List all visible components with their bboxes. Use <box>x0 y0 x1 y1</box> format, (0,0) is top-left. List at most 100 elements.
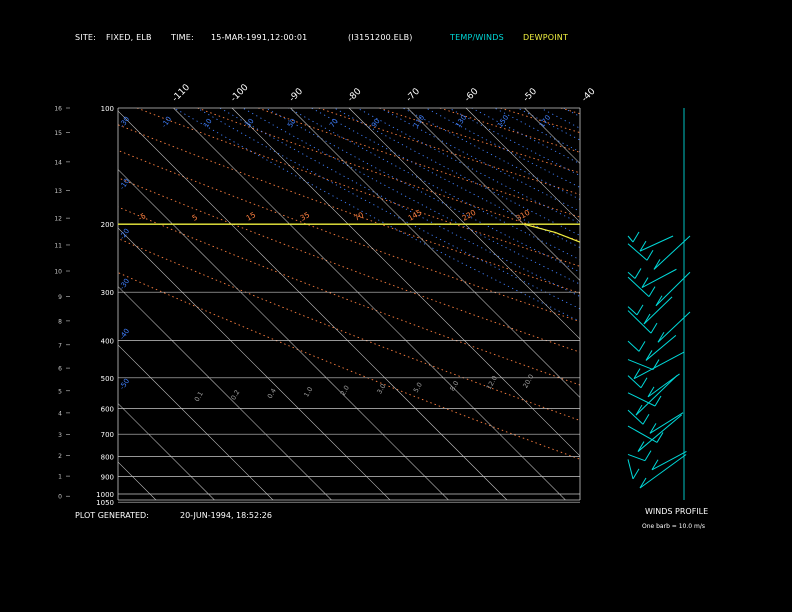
wind-barb-flag <box>642 413 650 425</box>
isotherm-line <box>465 108 580 223</box>
moist-adiabat-line <box>265 108 580 273</box>
pressure-tick-label: 300 <box>101 289 114 297</box>
height-tick-label: 12 <box>54 216 62 223</box>
wind-barb-flag <box>632 231 640 243</box>
plot-generated-label: PLOT GENERATED: <box>75 511 149 520</box>
isotherm-line <box>231 108 580 457</box>
wind-barb-flag <box>640 377 648 389</box>
height-tick-label: 16 <box>54 106 62 113</box>
moist-adiabat-line <box>334 108 580 236</box>
moist-adiabat-label: 170 <box>538 114 552 130</box>
isotherm-top-label: -60 <box>463 86 481 104</box>
moist-adiabat-line <box>311 108 580 249</box>
dry-adiabat-line <box>743 108 792 502</box>
wind-barb-shaft <box>627 453 646 462</box>
isotherm-top-label: -90 <box>288 86 306 104</box>
moist-adiabat-line <box>219 108 580 298</box>
wind-barb-shaft <box>627 235 634 243</box>
wind-barb-shaft <box>627 306 638 316</box>
wind-barb-flag <box>647 386 655 398</box>
wind-barb-shaft <box>627 359 654 371</box>
isotherm-line <box>583 108 792 502</box>
isotherms <box>0 108 792 502</box>
isotherm-line <box>118 110 508 500</box>
mixing-ratio-label: 1.0 <box>302 386 314 399</box>
moist-adiabat-line <box>448 108 580 177</box>
isotherm-line <box>118 169 449 500</box>
dry-adiabat-label: 220 <box>461 208 478 223</box>
wind-barb-flag <box>648 286 656 297</box>
wind-barb-shaft <box>649 412 684 434</box>
isotherm-top-label-group: -50 <box>522 86 540 104</box>
dry-adiabat-line <box>560 108 580 115</box>
mixing-ratio-label: 0.1 <box>193 390 205 403</box>
wind-barb-flag <box>632 468 640 480</box>
isotherm-line <box>173 108 566 500</box>
barb-note: One barb = 10.0 m/s <box>642 523 705 530</box>
moist-adiabat-line <box>425 108 580 188</box>
pressure-tick-label: 1050 <box>96 499 114 507</box>
isotherm-line <box>118 403 215 500</box>
height-tick-label: 9 <box>58 294 62 301</box>
moist-adiabat-line <box>173 108 580 322</box>
wind-barb-shaft <box>635 375 678 416</box>
isotherm-line <box>118 344 274 500</box>
moist-adiabat-label: 10 <box>202 117 214 129</box>
dry-adiabat-label: 70 <box>353 210 366 223</box>
wind-barb-flag <box>639 477 647 489</box>
isotherm-line <box>0 108 100 502</box>
height-tick-label: 10 <box>54 269 62 276</box>
isotherm-top-label-group: -90 <box>288 86 306 104</box>
dry-adiabat-line <box>118 149 580 323</box>
moist-adiabat-line <box>402 108 580 200</box>
height-tick-label: 0 <box>58 494 62 501</box>
dry-adiabat-label: 5 <box>191 212 200 222</box>
moist-adiabat-line <box>563 108 580 117</box>
moist-adiabats <box>173 108 580 322</box>
height-tick-label: 11 <box>54 242 62 249</box>
mixing-ratio-label: 3.0 <box>375 383 387 396</box>
dry-adiabat-line <box>379 108 580 174</box>
chart-axes <box>66 107 581 503</box>
isotherm-top-label-group: -110 <box>171 82 193 104</box>
isotherm-line <box>0 108 41 502</box>
isotherm-top-label-group: -80 <box>346 86 364 104</box>
dry-adiabat-label: 310 <box>515 208 532 223</box>
sounding-series <box>118 223 580 243</box>
isotherm-top-label-group: -60 <box>463 86 481 104</box>
dry-adiabats <box>118 108 792 502</box>
mixing-ratio-label: 12.0 <box>485 374 499 391</box>
moist-adiabat-line <box>242 108 580 285</box>
winds-profile <box>627 108 691 500</box>
isotherm-top-label: -70 <box>405 86 423 104</box>
height-tick-label: 15 <box>54 130 62 137</box>
moist-adiabat-label: 130 <box>454 114 468 130</box>
dry-adiabat-line <box>318 108 580 195</box>
chart-labels: 1002003004005006007008009001000105001234… <box>54 82 597 507</box>
moist-adiabat-line <box>288 108 580 261</box>
height-tick-label: 7 <box>58 342 62 349</box>
wind-barb-shaft <box>627 459 634 480</box>
isotherm-line <box>290 108 580 398</box>
pressure-tick-label: 400 <box>101 337 114 345</box>
moist-adiabat-left-label: -30 <box>118 277 131 291</box>
isotherm-top-label: -80 <box>346 86 364 104</box>
isotherm-line <box>407 108 580 281</box>
wind-barb-flag <box>656 432 664 443</box>
pressure-tick-label: 1000 <box>96 491 114 499</box>
moist-adiabat-left-label: -10 <box>118 177 131 191</box>
wind-barb-flag <box>645 350 653 361</box>
dry-adiabat-line <box>622 108 792 502</box>
wind-barb-shaft <box>637 414 682 452</box>
pressure-tick-label: 900 <box>101 473 114 481</box>
wind-barb-flag <box>636 304 644 316</box>
dry-adiabat-line <box>118 124 580 294</box>
isotherm-line <box>524 108 580 164</box>
wind-barb-flag <box>634 268 642 279</box>
pressure-tick-label: 500 <box>101 375 114 383</box>
isotherm-top-label: -40 <box>580 86 598 104</box>
moist-adiabat-left-label: -40 <box>118 327 131 341</box>
height-tick-label: 5 <box>58 388 62 395</box>
wind-barb-flag <box>646 249 654 261</box>
dry-adiabat-line <box>118 206 580 386</box>
